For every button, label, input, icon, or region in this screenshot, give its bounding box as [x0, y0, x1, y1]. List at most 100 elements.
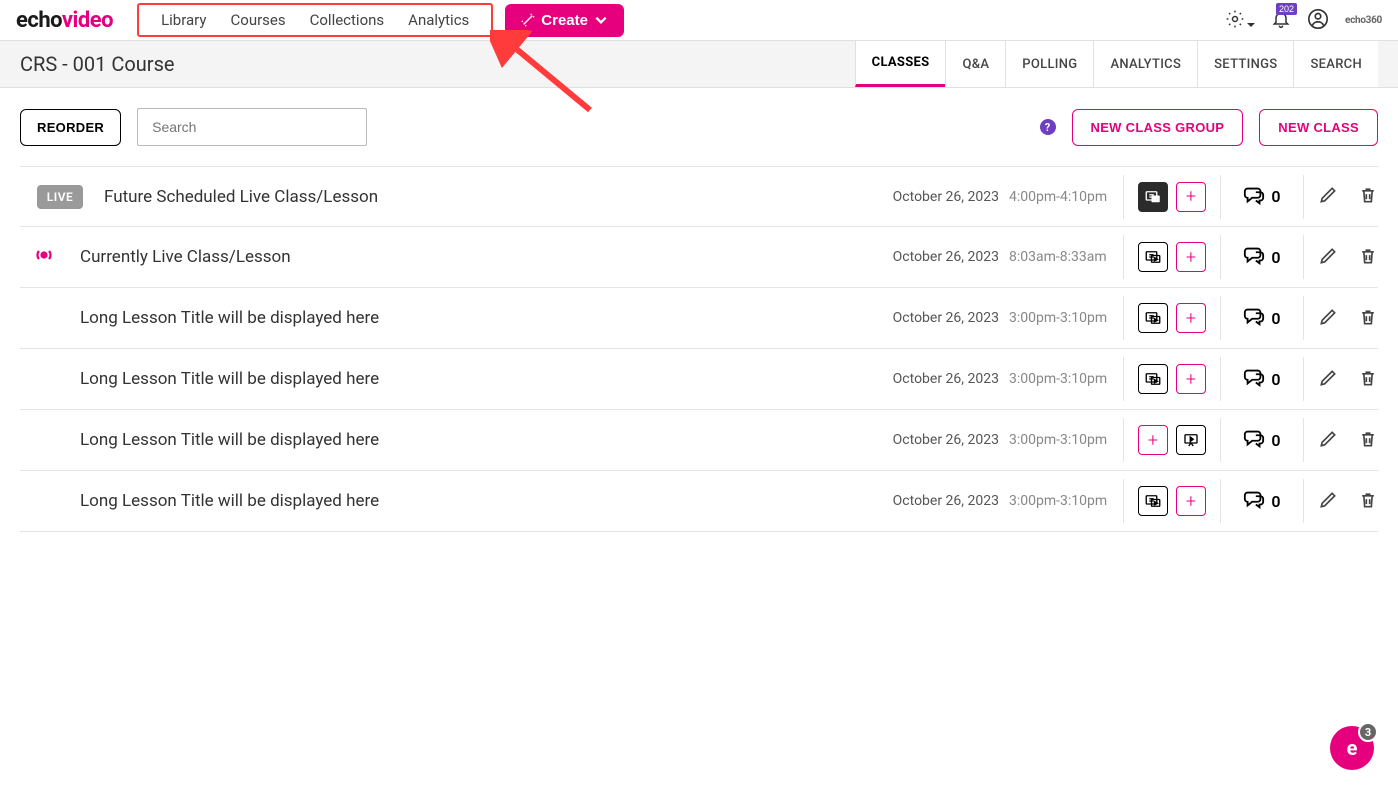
chat-bubble[interactable]: e 3 [1330, 726, 1374, 770]
tab-settings[interactable]: SETTINGS [1197, 41, 1293, 87]
sub-header: CRS - 001 Course CLASSES Q&A POLLING ANA… [0, 40, 1398, 88]
media-button[interactable] [1138, 182, 1168, 212]
edit-button[interactable] [1318, 307, 1338, 330]
class-title[interactable]: Future Scheduled Live Class/Lesson [104, 187, 893, 207]
class-date: October 26, 2023 [893, 249, 999, 265]
chevron-down-icon [594, 13, 608, 27]
action-buttons: + [1138, 182, 1206, 212]
divider [1303, 235, 1304, 279]
edit-button[interactable] [1318, 490, 1338, 513]
nav-library[interactable]: Library [149, 11, 218, 29]
delete-button[interactable] [1358, 490, 1378, 513]
edit-button[interactable] [1318, 246, 1338, 269]
settings-button[interactable] [1225, 9, 1255, 32]
delete-button[interactable] [1358, 307, 1378, 330]
comments-icon [1243, 366, 1265, 392]
add-button[interactable]: + [1176, 364, 1206, 394]
tab-search[interactable]: SEARCH [1293, 41, 1378, 87]
delete-button[interactable] [1358, 429, 1378, 452]
comments[interactable]: 0 [1235, 184, 1289, 210]
action-buttons: + [1138, 486, 1206, 516]
tab-analytics[interactable]: ANALYTICS [1093, 41, 1197, 87]
class-title[interactable]: Long Lesson Title will be displayed here [80, 430, 893, 450]
edit-button[interactable] [1318, 429, 1338, 452]
delete-button[interactable] [1358, 246, 1378, 269]
account-button[interactable] [1307, 8, 1329, 33]
edit-button[interactable] [1318, 368, 1338, 391]
edit-delete [1318, 246, 1378, 269]
class-row: Currently Live Class/LessonOctober 26, 2… [20, 227, 1378, 288]
edit-button[interactable] [1318, 185, 1338, 208]
class-title[interactable]: Long Lesson Title will be displayed here [80, 308, 893, 328]
comments-count: 0 [1271, 492, 1280, 511]
divider [1220, 235, 1221, 279]
tab-polling[interactable]: POLLING [1005, 41, 1093, 87]
comments-count: 0 [1271, 309, 1280, 328]
divider [1303, 418, 1304, 462]
class-title[interactable]: Long Lesson Title will be displayed here [80, 491, 893, 511]
comments-icon [1243, 184, 1265, 210]
course-title: CRS - 001 Course [20, 52, 175, 76]
create-button[interactable]: Create [505, 4, 624, 37]
new-class-group-button[interactable]: NEW CLASS GROUP [1072, 109, 1244, 146]
delete-button[interactable] [1358, 368, 1378, 391]
class-title[interactable]: Currently Live Class/Lesson [80, 247, 893, 267]
edit-delete [1318, 307, 1378, 330]
class-time: 3:00pm-3:10pm [1009, 493, 1109, 509]
media-button[interactable] [1138, 486, 1168, 516]
broadcast-icon [32, 243, 56, 271]
toolbar: REORDER ? NEW CLASS GROUP NEW CLASS [0, 88, 1398, 166]
help-icon[interactable]: ? [1040, 119, 1056, 135]
divider [1220, 479, 1221, 523]
nav-collections[interactable]: Collections [298, 11, 397, 29]
search-input[interactable] [137, 108, 367, 146]
tab-classes[interactable]: CLASSES [855, 41, 946, 87]
top-right: 202 echo360 [1225, 8, 1382, 33]
new-class-button[interactable]: NEW CLASS [1259, 109, 1378, 146]
class-time: 4:00pm-4:10pm [1009, 189, 1109, 205]
class-row: LIVEFuture Scheduled Live Class/LessonOc… [20, 166, 1378, 227]
action-buttons: + [1138, 242, 1206, 272]
class-row: Long Lesson Title will be displayed here… [20, 349, 1378, 410]
nav-links-highlight: Library Courses Collections Analytics [137, 3, 493, 37]
action-buttons: + [1138, 364, 1206, 394]
class-time: 8:03am-8:33am [1009, 249, 1109, 265]
divider [1123, 357, 1124, 401]
comments-count: 0 [1271, 248, 1280, 267]
comments[interactable]: 0 [1235, 244, 1289, 270]
media-button[interactable] [1138, 364, 1168, 394]
comments[interactable]: 0 [1235, 488, 1289, 514]
divider [1303, 357, 1304, 401]
comments[interactable]: 0 [1235, 305, 1289, 331]
tab-qa[interactable]: Q&A [945, 41, 1005, 87]
delete-button[interactable] [1358, 185, 1378, 208]
logo[interactable]: echovideo [16, 8, 113, 33]
comments[interactable]: 0 [1235, 427, 1289, 453]
media-button[interactable] [1138, 303, 1168, 333]
present-button[interactable] [1176, 425, 1206, 455]
class-title[interactable]: Long Lesson Title will be displayed here [80, 369, 893, 389]
class-date: October 26, 2023 [893, 189, 999, 205]
notifications-button[interactable]: 202 [1271, 9, 1291, 32]
nav-analytics[interactable]: Analytics [396, 11, 481, 29]
nav-courses[interactable]: Courses [219, 11, 298, 29]
add-button[interactable]: + [1138, 425, 1168, 455]
logo-part2: video [62, 8, 113, 33]
comments[interactable]: 0 [1235, 366, 1289, 392]
add-button[interactable]: + [1176, 242, 1206, 272]
gear-icon [1225, 9, 1245, 29]
class-date: October 26, 2023 [893, 493, 999, 509]
comments-count: 0 [1271, 370, 1280, 389]
reorder-button[interactable]: REORDER [20, 109, 121, 146]
prefix [20, 243, 68, 271]
class-row: Long Lesson Title will be displayed here… [20, 410, 1378, 471]
add-button[interactable]: + [1176, 486, 1206, 516]
divider [1220, 357, 1221, 401]
class-date: October 26, 2023 [893, 310, 999, 326]
media-button[interactable] [1138, 242, 1168, 272]
edit-delete [1318, 368, 1378, 391]
add-button[interactable]: + [1176, 182, 1206, 212]
comments-count: 0 [1271, 187, 1280, 206]
action-buttons: + [1138, 303, 1206, 333]
add-button[interactable]: + [1176, 303, 1206, 333]
